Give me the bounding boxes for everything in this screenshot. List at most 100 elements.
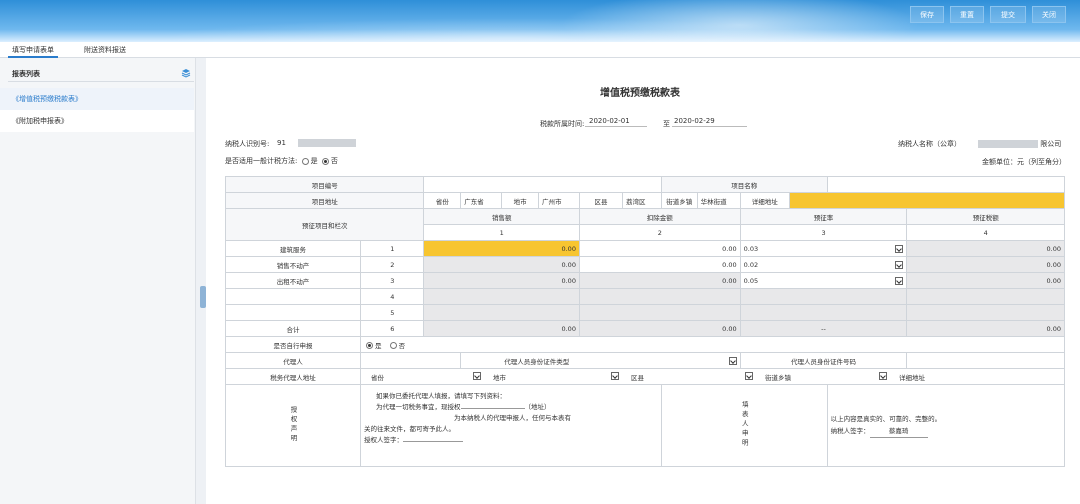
chevron-down-icon[interactable] (895, 276, 904, 285)
chevron-down-icon[interactable] (745, 371, 754, 380)
addr-street-select[interactable] (801, 371, 888, 382)
table-row: 出租不动产 3 0.00 0.00 0.05 0.00 (224, 272, 1065, 289)
rate-select[interactable]: 0.05 (739, 272, 908, 289)
table-row-total: 合计 6 0.00 0.00 -- 0.00 (224, 320, 1065, 337)
sales-input[interactable]: 0.00 (423, 272, 580, 289)
table-row: 4 (224, 288, 1065, 305)
table-row: 销售不动产 2 0.00 0.00 0.02 0.00 (224, 256, 1065, 273)
col-num: 4 (906, 224, 1065, 241)
table-row: 5 (224, 304, 1065, 321)
deduct-input (578, 288, 741, 305)
period-from-field[interactable]: 2020-02-01 (585, 117, 647, 127)
submit-button[interactable]: 提交 (990, 6, 1026, 23)
sales-input[interactable]: 0.00 (423, 240, 580, 257)
deduct-input (578, 304, 741, 321)
tab-fill-form[interactable]: 填写申请表单 (8, 42, 58, 58)
city-value[interactable]: 广州市 (538, 192, 580, 209)
row-no: 1 (360, 240, 425, 257)
rate-select[interactable]: 0.03 (739, 240, 908, 257)
project-name-input[interactable] (826, 176, 1066, 193)
sidebar-item-vat-prepay[interactable]: 《增值税预缴税款表》 (0, 88, 194, 110)
agent-id-no-input[interactable] (906, 352, 1065, 369)
declarer-label: 填表人申明 (660, 384, 828, 467)
deduct-input[interactable]: 0.00 (578, 256, 741, 273)
street-value[interactable]: 华林街道 (696, 192, 741, 209)
agent-id-type-select[interactable]: 代理人员身份证件类型 (460, 352, 741, 369)
chevron-down-icon[interactable] (473, 371, 482, 380)
tax-value: 0.00 (906, 272, 1065, 289)
close-button[interactable]: 关闭 (1032, 6, 1066, 23)
project-no-input[interactable] (423, 176, 662, 193)
district-value[interactable]: 荔湾区 (621, 192, 662, 209)
row-name (224, 304, 362, 321)
row-no: 6 (360, 320, 425, 337)
chevron-down-icon[interactable] (895, 260, 904, 269)
agent-input[interactable] (360, 352, 462, 369)
layers-icon[interactable] (181, 68, 191, 78)
general-method-row: 是否适用一般计税方法: 是 否 (225, 157, 338, 165)
taxpayer-name-value: 限公司 (978, 139, 1061, 149)
col-num: 2 (578, 224, 741, 241)
masked-id (298, 139, 357, 147)
province-value[interactable]: 广东省 (460, 192, 503, 209)
col-tax-header: 预征税额 (906, 208, 1065, 225)
tax-value (906, 304, 1065, 321)
rate-select[interactable]: 0.02 (739, 256, 908, 273)
deduct-input[interactable]: 0.00 (578, 272, 741, 289)
col-rate-header: 预征率 (739, 208, 908, 225)
sidebar-header: 报表列表 (8, 66, 194, 82)
agent-label: 代理人 (224, 352, 362, 369)
taxpayer-name-label: 纳税人名称（公章） (898, 140, 961, 148)
tab-attachments[interactable]: 附送资料报送 (80, 42, 130, 58)
auth-sign-input[interactable] (403, 441, 464, 442)
sidebar-title: 报表列表 (12, 70, 40, 78)
auth-agent-input[interactable] (460, 408, 525, 409)
radio-self-yes[interactable] (366, 342, 374, 349)
period-label: 税款所属时间: (540, 120, 585, 128)
sales-input[interactable]: 0.00 (423, 256, 580, 273)
rate-cell (739, 304, 908, 321)
project-no-label: 项目编号 (224, 176, 425, 193)
addr-province-select[interactable] (391, 371, 482, 382)
declarer-text: 以上内容是真实的、可靠的、完整的。 纳税人签字： 蔡嘉琦 (826, 384, 1066, 467)
total-deduct: 0.00 (578, 320, 741, 337)
chevron-down-icon[interactable] (879, 371, 888, 380)
form-title: 增值税预缴税款表 (600, 88, 680, 99)
table-row: 建筑服务 1 0.00 0.00 0.03 0.00 (224, 240, 1065, 257)
addr-district-select[interactable] (653, 371, 754, 382)
district-label: 区县 (578, 192, 623, 209)
sidebar-item-surcharge[interactable]: 《附加税申报表》 (0, 110, 194, 132)
detail-addr-input[interactable] (788, 192, 1066, 209)
project-name-label: 项目名称 (660, 176, 828, 193)
self-declare-options: 是 否 (360, 336, 1065, 353)
chevron-down-icon[interactable] (895, 244, 904, 253)
col-num: 3 (739, 224, 908, 241)
chevron-down-icon[interactable] (728, 356, 737, 365)
row-name: 建筑服务 (224, 240, 362, 257)
col-sales-header: 销售额 (423, 208, 580, 225)
auth-declaration-text: 如果你已委托代理人填报，请填写下列资料： 为代理一切税务事宜，现授权 （地址） 为… (360, 384, 662, 467)
col-num: 1 (423, 224, 580, 241)
radio-self-no[interactable] (389, 342, 397, 349)
project-addr-label: 项目地址 (224, 192, 425, 209)
total-label: 合计 (224, 320, 362, 337)
province-label: 省份 (423, 192, 462, 209)
agent-addr-fields: 省份 地市 区县 街道乡镇 详细地址 (360, 368, 1065, 385)
addr-city-select[interactable] (521, 371, 620, 382)
period-to-field[interactable]: 2020-02-29 (672, 117, 747, 127)
tax-value: 0.00 (906, 240, 1065, 257)
declarer-sign-field[interactable]: 蔡嘉琦 (869, 425, 928, 438)
row-no: 4 (360, 288, 425, 305)
chevron-down-icon[interactable] (611, 371, 620, 380)
radio-no[interactable] (321, 157, 329, 165)
deduct-input[interactable]: 0.00 (578, 240, 741, 257)
sales-input (423, 288, 580, 305)
tax-value: 0.00 (906, 256, 1065, 273)
save-button[interactable]: 保存 (910, 6, 944, 23)
prepay-table: 项目编号 项目名称 项目地址 省份 广东省 地市 广州市 区县 荔湾区 街道乡镇… (224, 176, 1066, 467)
reset-button[interactable]: 重置 (950, 6, 984, 23)
masked-name (978, 140, 1038, 148)
row-no: 2 (360, 256, 425, 273)
radio-yes[interactable] (301, 157, 309, 165)
tab-bar: 填写申请表单 附送资料报送 (0, 42, 1080, 58)
